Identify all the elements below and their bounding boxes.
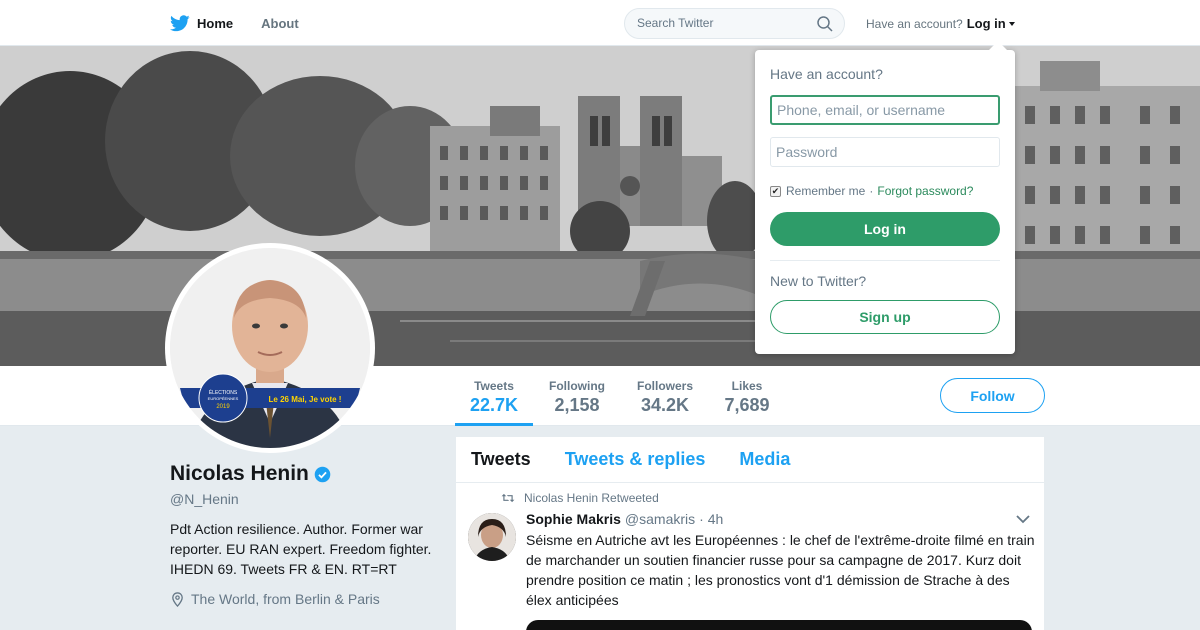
tweet-media-preview[interactable] [526, 620, 1032, 630]
stat-following[interactable]: Following 2,158 [540, 366, 614, 426]
login-button[interactable]: Log in [770, 212, 1000, 246]
avatar-badge-year: 2019 [216, 404, 230, 410]
stat-following-value: 2,158 [554, 395, 600, 415]
stat-likes[interactable]: Likes 7,689 [716, 366, 778, 426]
stat-tweets-label: Tweets [474, 379, 514, 393]
avatar-badge-line1: ÉLECTIONS [209, 389, 238, 396]
search-box [624, 8, 845, 39]
timeline-tabs: Tweets Tweets & replies Media [456, 437, 1044, 483]
nav-home[interactable]: Home [170, 14, 234, 32]
stat-followers[interactable]: Followers 34.2K [628, 366, 702, 426]
location-pin-icon [172, 591, 183, 607]
have-account-area: Have an account? Log in [866, 16, 1015, 31]
tweet-author-avatar-image [468, 513, 516, 561]
profile-avatar[interactable]: ÉLECTIONS EUROPÉENNES 2019 Le 26 Mai, Je… [165, 243, 375, 453]
tab-tweets[interactable]: Tweets [471, 449, 531, 470]
remember-me-checkbox[interactable]: ✔ [770, 185, 781, 197]
tweet-text: Séisme en Autriche avt les Européennes :… [526, 532, 1035, 608]
verified-badge-icon [314, 466, 331, 482]
avatar-portrait: ÉLECTIONS EUROPÉENNES 2019 Le 26 Mai, Je… [170, 248, 370, 448]
search-input[interactable] [637, 16, 812, 30]
have-account-text: Have an account? [866, 16, 963, 31]
remember-me-label[interactable]: Remember me [786, 184, 865, 198]
twitter-bird-icon [170, 14, 190, 31]
tweet-author-avatar[interactable] [468, 513, 516, 561]
stat-likes-label: Likes [731, 379, 763, 393]
search-icon[interactable] [817, 16, 833, 32]
profile-name-row: Nicolas Henin [170, 462, 440, 486]
retweet-context-text: Nicolas Henin Retweeted [524, 491, 659, 505]
new-to-twitter-text: New to Twitter? [770, 273, 867, 289]
remember-row: ✔ Remember me · Forgot password? [770, 184, 973, 198]
password-field[interactable] [770, 137, 1000, 167]
dropdown-divider [770, 260, 1000, 261]
profile-name[interactable]: Nicolas Henin [170, 462, 309, 486]
profile-handle[interactable]: @N_Henin [170, 491, 440, 507]
login-dropdown-heading: Have an account? [770, 66, 883, 82]
timeline: Tweets Tweets & replies Media Nicolas He… [456, 437, 1044, 630]
dropdown-caret [988, 41, 1008, 51]
retweet-context: Nicolas Henin Retweeted [501, 491, 659, 505]
stat-tweets[interactable]: Tweets 22.7K [455, 366, 533, 426]
username-field[interactable] [770, 95, 1000, 125]
chevron-down-icon[interactable] [1016, 514, 1030, 524]
stat-tweets-value: 22.7K [469, 395, 519, 415]
profile-bio: Pdt Action resilience. Author. Former wa… [170, 521, 432, 577]
top-navigation-bar: Home About Have an account? Log in [0, 0, 1200, 46]
login-dropdown-toggle[interactable]: Log in [967, 16, 1015, 31]
stat-likes-value: 7,689 [724, 395, 770, 415]
avatar-badge-line2: EUROPÉENNES [208, 396, 239, 401]
stat-following-label: Following [549, 379, 605, 393]
profile-card: Nicolas Henin @N_Henin Pdt Action resili… [170, 462, 440, 607]
tweet-header: Sophie Makris @samakris · 4h [526, 511, 723, 527]
signup-button[interactable]: Sign up [770, 300, 1000, 334]
stat-followers-value: 34.2K [640, 395, 690, 415]
retweet-icon [501, 493, 515, 503]
login-toggle-label: Log in [966, 16, 1006, 31]
tab-tweets-replies[interactable]: Tweets & replies [565, 449, 706, 470]
avatar-badge-slogan: Le 26 Mai, Je vote ! [269, 395, 342, 404]
nav-home-label: Home [197, 15, 234, 31]
remember-separator: · [869, 184, 874, 198]
tab-media[interactable]: Media [739, 449, 790, 470]
profile-location-text: The World, from Berlin & Paris [191, 591, 380, 607]
tweet-timestamp[interactable]: · 4h [699, 511, 723, 527]
tweet-author-name[interactable]: Sophie Makris [526, 511, 621, 527]
profile-location: The World, from Berlin & Paris [170, 591, 440, 607]
follow-button[interactable]: Follow [940, 378, 1045, 413]
avatar-photo: ÉLECTIONS EUROPÉENNES 2019 Le 26 Mai, Je… [170, 248, 370, 448]
caret-down-icon [1008, 21, 1015, 26]
nav-left: Home About [170, 0, 327, 46]
nav-about-label: About [261, 15, 299, 31]
forgot-password-link[interactable]: Forgot password? [877, 184, 973, 198]
nav-about[interactable]: About [261, 16, 299, 31]
stat-followers-label: Followers [636, 379, 693, 393]
tweet-author-handle[interactable]: @samakris [625, 511, 695, 527]
login-dropdown: Have an account? ✔ Remember me · Forgot … [755, 50, 1015, 354]
